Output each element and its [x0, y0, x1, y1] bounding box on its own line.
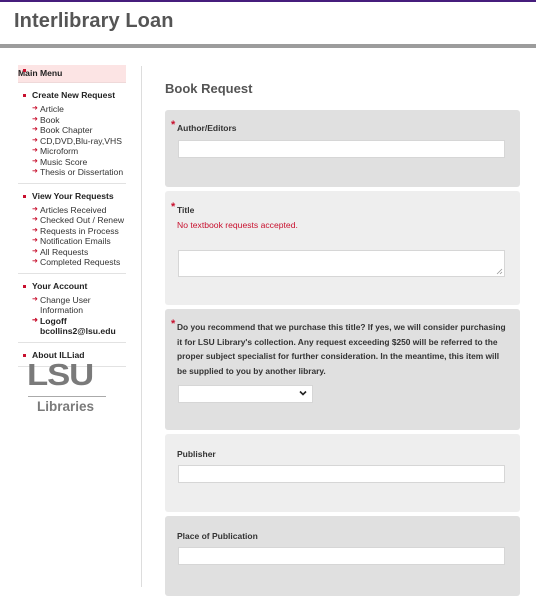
lsu-libraries-logo: LSU Libraries — [18, 358, 126, 414]
bullet-icon — [23, 194, 26, 198]
purchase-label: * Do you recommend that we purchase this … — [171, 318, 507, 379]
site-title: Interlibrary Loan — [14, 10, 174, 32]
bullet-icon — [23, 94, 26, 97]
place-of-publication-label: Place of Publication — [177, 531, 258, 541]
logo-subtitle: Libraries — [37, 399, 95, 414]
arrow-icon: ➜ — [32, 258, 38, 265]
purchase-select[interactable] — [178, 385, 313, 403]
sidebar-separator — [141, 66, 142, 587]
sidebar-item-completed-requests[interactable]: ➜ Completed Requests — [18, 257, 126, 268]
sidebar-item-label: Checked Out / Renew — [40, 215, 125, 225]
title-textarea[interactable] — [178, 250, 505, 277]
page-title: Book Request — [165, 81, 253, 96]
sidebar-item-label: Requests in Process — [40, 225, 119, 236]
resize-handle-icon[interactable] — [496, 268, 503, 275]
sidebar-item-checked-out[interactable]: ➜ Checked Out / Renew — [18, 215, 126, 226]
arrow-icon: ➜ — [32, 205, 38, 213]
required-asterisk-icon: * — [171, 119, 176, 131]
required-asterisk-icon: * — [171, 318, 176, 330]
sidebar-item-label: Change User — [40, 294, 91, 305]
arrow-icon: ➜ — [32, 105, 38, 112]
chevron-down-icon — [299, 390, 307, 396]
sidebar-item-label: Logoff — [40, 315, 67, 326]
sidebar-item-book[interactable]: ➜ Book — [18, 115, 126, 126]
arrow-icon: ➜ — [32, 216, 38, 223]
arrow-icon: ➜ — [32, 136, 38, 144]
brand-top-line — [0, 0, 536, 2]
author-section: * Author/Editors — [165, 110, 520, 187]
place-of-publication-input[interactable] — [178, 547, 505, 565]
sidebar-item-articles-received[interactable]: ➜ Articles Received — [18, 205, 126, 216]
title-label: * Title — [171, 201, 195, 218]
bullet-icon — [23, 284, 26, 288]
sidebar-nav: Main Menu Create New Request ➜ Article ➜ B… — [18, 65, 126, 367]
sidebar-item-thesis[interactable]: ➜ Thesis or Dissertation — [18, 167, 126, 178]
author-label: * Author/Editors — [171, 119, 237, 136]
bullet-icon — [23, 353, 26, 357]
purchase-label-text: Do you recommend that we purchase this t… — [177, 322, 506, 377]
sidebar-item-label: Notification Emails — [40, 236, 111, 246]
title-section: * Title No textbook requests accepted. — [165, 191, 520, 305]
sidebar-item-label: Completed Requests — [40, 257, 121, 267]
publisher-section: Publisher — [165, 434, 520, 512]
sidebar-item-label: All Requests — [40, 246, 89, 257]
author-label-text: Author/Editors — [177, 123, 237, 133]
arrow-icon: ➜ — [32, 316, 38, 324]
view-your-requests-group: View Your Requests ➜ Articles Received ➜ C… — [18, 184, 126, 274]
sidebar-item-microform[interactable]: ➜ Microform — [18, 146, 126, 157]
title-label-text: Title — [177, 205, 195, 215]
sidebar-heading-create-new-request[interactable]: Create New Request — [18, 90, 126, 101]
logo-divider — [28, 396, 106, 397]
arrow-icon: ➜ — [32, 237, 38, 244]
sidebar-item-label: Article — [40, 104, 64, 114]
sidebar-item-label: CD,DVD,Blu-ray,VHS — [40, 135, 122, 146]
sidebar-item-label: Book Chapter — [40, 125, 93, 135]
username-label: bcollins2@lsu.edu — [40, 326, 116, 336]
sidebar-heading-your-account[interactable]: Your Account — [18, 281, 126, 292]
sidebar-item-label: Thesis or Dissertation — [40, 167, 124, 177]
arrow-icon: ➜ — [32, 126, 38, 133]
sidebar-heading-label: Create New Request — [32, 90, 116, 100]
sidebar-item-requests-in-process[interactable]: ➜ Requests in Process — [18, 226, 126, 237]
purchase-section: * Do you recommend that we purchase this … — [165, 309, 520, 430]
arrow-icon: ➜ — [32, 157, 38, 165]
your-account-group: Your Account ➜ Change User Information ➜ Lo… — [18, 274, 126, 343]
sidebar-item-notification-emails[interactable]: ➜ Notification Emails — [18, 236, 126, 247]
arrow-icon: ➜ — [32, 115, 38, 123]
place-of-publication-section: Place of Publication — [165, 516, 520, 596]
sidebar-item-label: Articles Received — [40, 204, 107, 215]
publisher-label: Publisher — [177, 449, 216, 459]
sidebar-heading-label: View Your Requests — [32, 190, 114, 201]
author-input[interactable] — [178, 140, 505, 158]
sidebar-heading-view-your-requests[interactable]: View Your Requests — [18, 191, 126, 202]
sidebar-item-label: Book — [40, 114, 60, 125]
sidebar-item-change-user-information[interactable]: ➜ Change User Information — [18, 295, 126, 316]
sidebar-item-label: Microform — [40, 146, 79, 156]
arrow-icon: ➜ — [32, 147, 38, 154]
sidebar-item-book-chapter[interactable]: ➜ Book Chapter — [18, 125, 126, 136]
sidebar-item-label: Music Score — [40, 156, 88, 167]
sidebar-item-all-requests[interactable]: ➜ All Requests — [18, 247, 126, 258]
sidebar-item-label-cont: Information — [40, 305, 83, 315]
arrow-icon: ➜ — [32, 226, 38, 234]
logo-wordmark: LSU — [27, 357, 94, 392]
sidebar-heading-label: Your Account — [32, 280, 88, 291]
sidebar-item-main-menu[interactable]: Main Menu — [18, 65, 126, 83]
publisher-input[interactable] — [178, 465, 505, 483]
arrow-icon: ➜ — [32, 168, 38, 175]
arrow-icon: ➜ — [32, 247, 38, 255]
sidebar-item-music-score[interactable]: ➜ Music Score — [18, 157, 126, 168]
bullet-icon — [23, 69, 26, 72]
sidebar-item-cd-dvd[interactable]: ➜ CD,DVD,Blu-ray,VHS — [18, 136, 126, 147]
sidebar-item-logoff[interactable]: ➜ Logoff bcollins2@lsu.edu — [18, 316, 126, 337]
create-new-request-group: Create New Request ➜ Article ➜ Book ➜ Book … — [18, 87, 126, 184]
sidebar-item-article[interactable]: ➜ Article — [18, 104, 126, 115]
required-asterisk-icon: * — [171, 201, 176, 213]
header-divider — [0, 44, 536, 48]
arrow-icon: ➜ — [32, 295, 38, 303]
title-note: No textbook requests accepted. — [177, 220, 298, 230]
